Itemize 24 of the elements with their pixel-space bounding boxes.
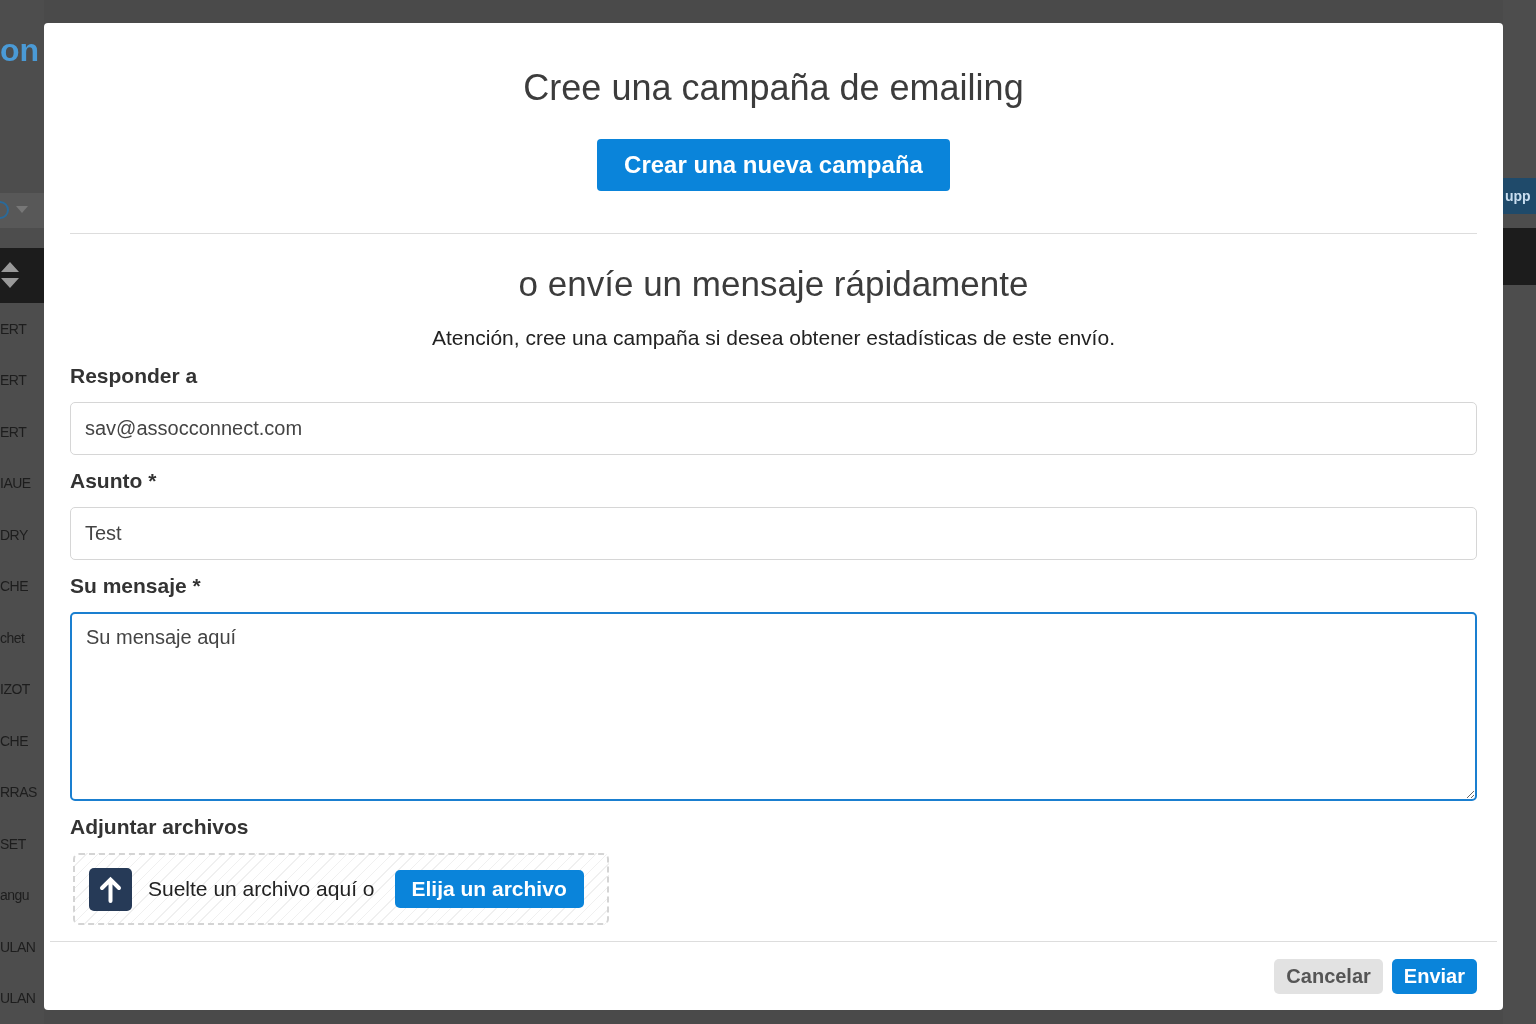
dropdown[interactable]: upp	[1503, 178, 1536, 214]
message-field[interactable]: Su mensaje aquí	[70, 612, 1477, 801]
input-field[interactable]: sav@assocconnect.com	[70, 402, 1477, 455]
dialog-title: Cree una campaña de emailing	[522, 67, 1025, 109]
drop-text: Suelte un archivo aquí o	[148, 877, 375, 901]
drop-zone[interactable]: Suelte un archivo aquí o Elija un archivo	[73, 853, 609, 925]
section-title: o envíe un mensaje rápidamente	[517, 264, 1030, 304]
field-label: Asunto *	[70, 469, 158, 494]
caret-icon	[16, 206, 28, 215]
upload-icon	[89, 867, 132, 911]
field-label: Adjuntar archivos	[70, 815, 250, 840]
dropdown[interactable]	[0, 192, 44, 228]
input-field[interactable]: Test	[70, 507, 1477, 560]
sort-icon	[0, 262, 20, 289]
cancel-button[interactable]: Cancelar	[1274, 958, 1383, 994]
globe-icon	[0, 201, 10, 220]
field-label: Su mensaje *	[70, 574, 202, 599]
send-button[interactable]: Enviar	[1391, 958, 1477, 994]
field-label: Responder a	[70, 364, 199, 389]
toolbar	[1503, 228, 1536, 285]
choose-file-button[interactable]: Elija un archivo	[394, 870, 584, 908]
logo-text: on	[0, 32, 40, 70]
create-campaign-button[interactable]: Crear una nueva campaña	[597, 139, 950, 191]
notice-text: Atención, cree una campaña si desea obtener estadísticas de este envío.	[431, 326, 1116, 350]
